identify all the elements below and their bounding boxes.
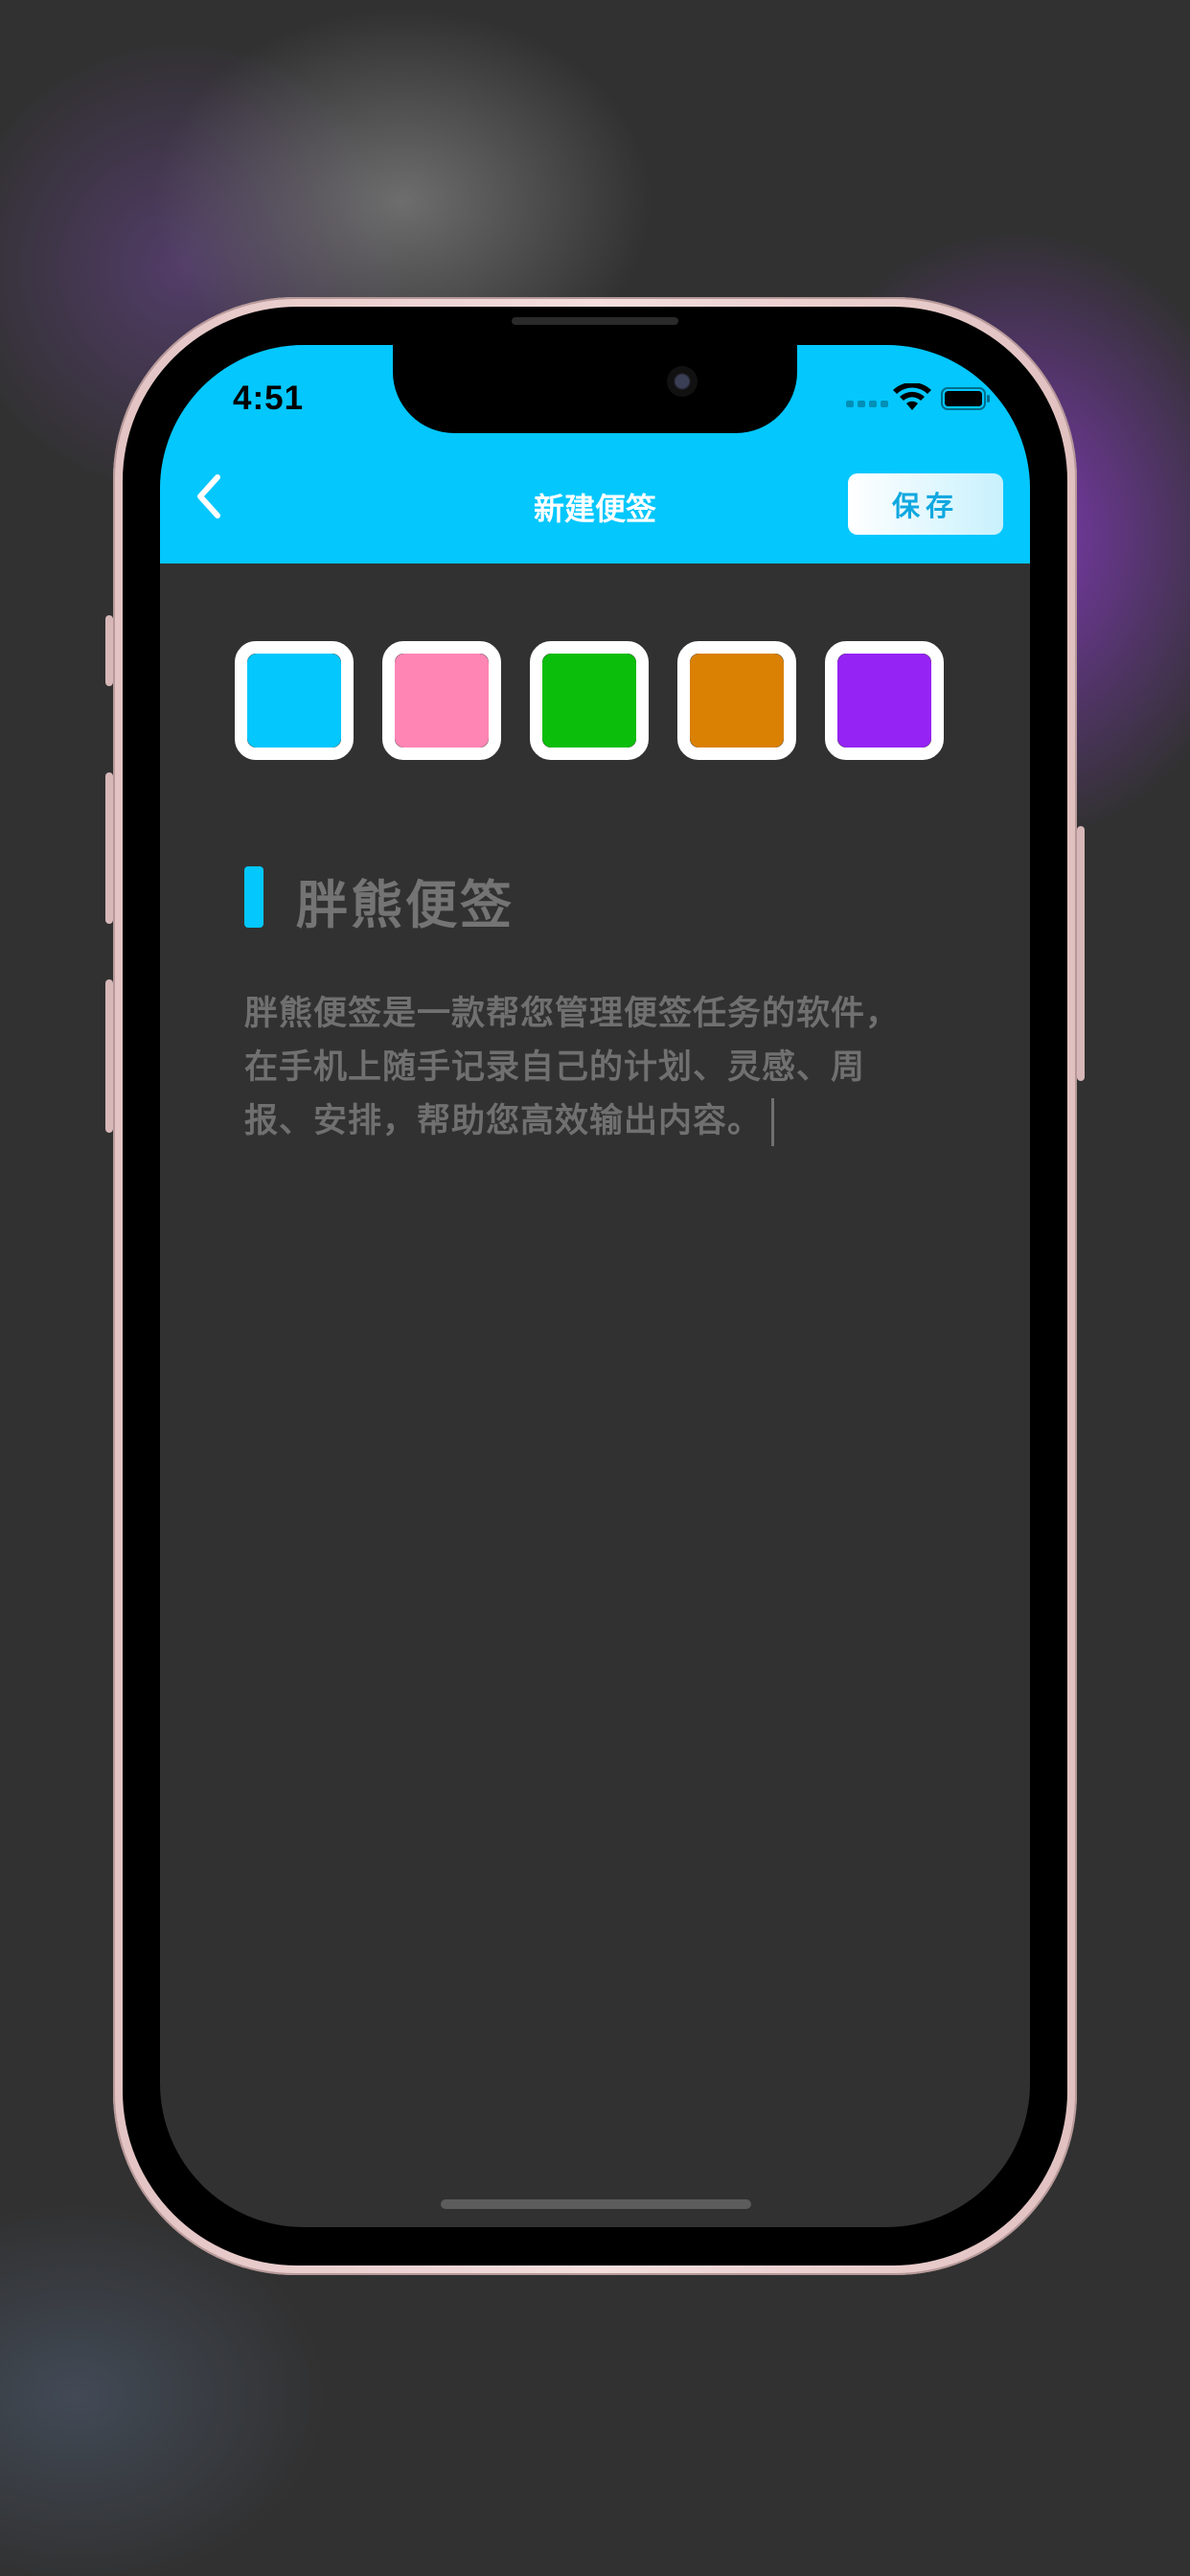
volume-down-button: [105, 979, 113, 1133]
color-swatch-pink[interactable]: [382, 641, 501, 760]
color-swatch-blue[interactable]: [235, 641, 354, 760]
home-indicator[interactable]: [441, 2199, 751, 2209]
front-camera: [667, 366, 698, 397]
color-swatch-purple[interactable]: [825, 641, 944, 760]
power-button: [1077, 826, 1085, 1081]
wifi-icon: [893, 383, 931, 410]
status-time: 4:51: [233, 380, 305, 417]
color-picker: [235, 641, 959, 760]
mute-switch: [105, 615, 113, 686]
app-screen: 4:51 新建便签 保存 胖熊便签 胖熊便签是一款帮您管理便签任务的软件，在手机…: [160, 345, 1030, 2227]
color-swatch-green[interactable]: [530, 641, 649, 760]
battery-icon: [941, 387, 990, 410]
notch: [393, 345, 797, 433]
text-caret: [771, 1098, 775, 1146]
title-accent-bar: [244, 866, 263, 928]
earpiece-speaker: [512, 317, 678, 325]
save-button[interactable]: 保存: [848, 473, 1003, 535]
volume-up-button: [105, 772, 113, 924]
note-body-textarea[interactable]: 胖熊便签是一款帮您管理便签任务的软件，在手机上随手记录自己的计划、灵感、周报、安…: [244, 987, 915, 1148]
color-swatch-orange[interactable]: [677, 641, 796, 760]
note-title-input[interactable]: 胖熊便签: [296, 862, 515, 938]
note-body-text: 胖熊便签是一款帮您管理便签任务的软件，在手机上随手记录自己的计划、灵感、周报、安…: [244, 995, 901, 1140]
cellular-signal-icon: [846, 401, 888, 407]
